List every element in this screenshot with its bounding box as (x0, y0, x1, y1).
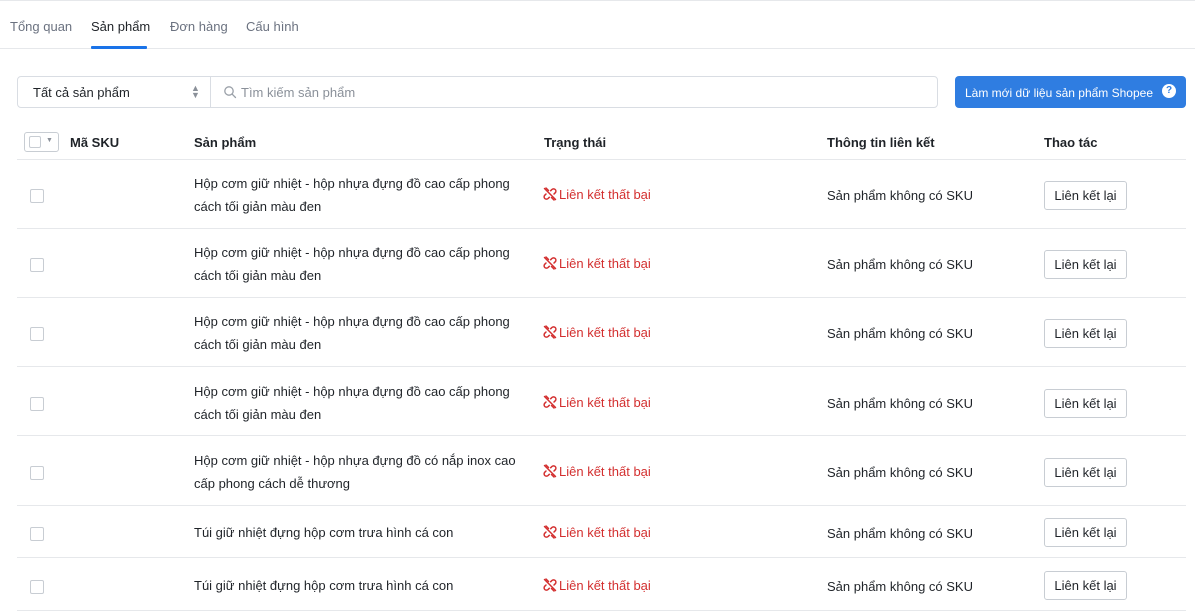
table-header: ▼ Mã SKU Sản phẩm Trạng thái Thông tin l… (17, 124, 1186, 160)
broken-link-icon (543, 464, 557, 478)
relink-button[interactable]: Liên kết lại (1044, 181, 1127, 210)
search-icon (224, 86, 237, 99)
row-checkbox[interactable] (30, 466, 44, 480)
link-info: Sản phẩm không có SKU (827, 465, 973, 480)
active-tab-indicator (91, 46, 147, 49)
table-row: Hộp cơm giữ nhiệt - hộp nhựa đựng đồ cao… (17, 367, 1186, 436)
relink-button[interactable]: Liên kết lại (1044, 319, 1127, 348)
search-input[interactable] (240, 78, 930, 106)
row-checkbox[interactable] (30, 327, 44, 341)
help-circle-icon[interactable]: ? (1162, 84, 1176, 98)
product-name: Hộp cơm giữ nhiệt - hộp nhựa đựng đồ cao… (194, 245, 510, 283)
status-failed: Liên kết thất bại (543, 464, 651, 479)
link-info: Sản phẩm không có SKU (827, 188, 973, 203)
link-info: Sản phẩm không có SKU (827, 526, 973, 541)
link-info: Sản phẩm không có SKU (827, 396, 973, 411)
tab-bar: Tổng quan Sản phẩm Đơn hàng Cấu hình (0, 0, 1195, 49)
status-failed: Liên kết thất bại (543, 256, 651, 271)
column-header-status: Trạng thái (544, 135, 607, 150)
status-label: Liên kết thất bại (559, 256, 651, 271)
row-checkbox[interactable] (30, 580, 44, 594)
broken-link-icon (543, 187, 557, 201)
filter-bar: Tất cả sản phẩm ▲ ▼ (17, 76, 938, 108)
table-row: Hộp cơm giữ nhiệt - hộp nhựa đựng đồ cao… (17, 229, 1186, 298)
status-failed: Liên kết thất bại (543, 187, 651, 202)
status-failed: Liên kết thất bại (543, 325, 651, 340)
status-label: Liên kết thất bại (559, 525, 651, 540)
relink-button[interactable]: Liên kết lại (1044, 518, 1127, 547)
row-checkbox[interactable] (30, 189, 44, 203)
product-filter-value: Tất cả sản phẩm (33, 85, 130, 100)
broken-link-icon (543, 325, 557, 339)
broken-link-icon (543, 256, 557, 270)
status-failed: Liên kết thất bại (543, 395, 651, 410)
table-row: Hộp cơm giữ nhiệt - hộp nhựa đựng đồ có … (17, 436, 1186, 506)
product-name: Hộp cơm giữ nhiệt - hộp nhựa đựng đồ có … (194, 453, 516, 491)
status-failed: Liên kết thất bại (543, 525, 651, 540)
column-header-actions: Thao tác (1044, 135, 1098, 150)
column-header-product: Sản phẩm (194, 135, 257, 150)
status-label: Liên kết thất bại (559, 464, 651, 479)
bulk-select-dropdown[interactable]: ▼ (24, 132, 59, 152)
table-row: Túi giữ nhiệt đựng hộp cơm trưa hình cá … (17, 506, 1186, 558)
product-filter-select[interactable]: Tất cả sản phẩm ▲ ▼ (18, 77, 211, 107)
status-failed: Liên kết thất bại (543, 578, 651, 593)
link-info: Sản phẩm không có SKU (827, 326, 973, 341)
link-info: Sản phẩm không có SKU (827, 579, 973, 594)
column-header-link-info: Thông tin liên kết (827, 135, 935, 150)
row-checkbox[interactable] (30, 397, 44, 411)
relink-button[interactable]: Liên kết lại (1044, 389, 1127, 418)
chevron-updown-icon: ▲ ▼ (191, 83, 200, 100)
select-all-checkbox[interactable] (29, 136, 41, 148)
tab-settings[interactable]: Cấu hình (246, 19, 299, 34)
chevron-down-icon: ▼ (46, 137, 53, 144)
status-label: Liên kết thất bại (559, 578, 651, 593)
broken-link-icon (543, 578, 557, 592)
tab-overview[interactable]: Tổng quan (10, 19, 72, 34)
link-info: Sản phẩm không có SKU (827, 257, 973, 272)
tab-products[interactable]: Sản phẩm (91, 19, 150, 34)
refresh-shopee-label: Làm mới dữ liệu sản phẩm Shopee (965, 86, 1154, 100)
product-name: Hộp cơm giữ nhiệt - hộp nhựa đựng đồ cao… (194, 176, 510, 214)
row-checkbox[interactable] (30, 527, 44, 541)
broken-link-icon (543, 525, 557, 539)
status-label: Liên kết thất bại (559, 395, 651, 410)
column-header-sku: Mã SKU (70, 135, 120, 150)
row-checkbox[interactable] (30, 258, 44, 272)
product-name: Túi giữ nhiệt đựng hộp cơm trưa hình cá … (194, 578, 454, 593)
product-name: Túi giữ nhiệt đựng hộp cơm trưa hình cá … (194, 525, 454, 540)
status-label: Liên kết thất bại (559, 187, 651, 202)
relink-button[interactable]: Liên kết lại (1044, 250, 1127, 279)
relink-button[interactable]: Liên kết lại (1044, 571, 1127, 600)
product-name: Hộp cơm giữ nhiệt - hộp nhựa đựng đồ cao… (194, 384, 510, 422)
table-row: Hộp cơm giữ nhiệt - hộp nhựa đựng đồ cao… (17, 160, 1186, 229)
refresh-shopee-button[interactable]: Làm mới dữ liệu sản phẩm Shopee ? (955, 76, 1186, 108)
table-row: Túi giữ nhiệt đựng hộp cơm trưa hình cá … (17, 558, 1186, 611)
product-name: Hộp cơm giữ nhiệt - hộp nhựa đựng đồ cao… (194, 314, 510, 352)
relink-button[interactable]: Liên kết lại (1044, 458, 1127, 487)
table-row: Hộp cơm giữ nhiệt - hộp nhựa đựng đồ cao… (17, 298, 1186, 367)
tab-orders[interactable]: Đơn hàng (170, 19, 228, 34)
broken-link-icon (543, 395, 557, 409)
status-label: Liên kết thất bại (559, 325, 651, 340)
